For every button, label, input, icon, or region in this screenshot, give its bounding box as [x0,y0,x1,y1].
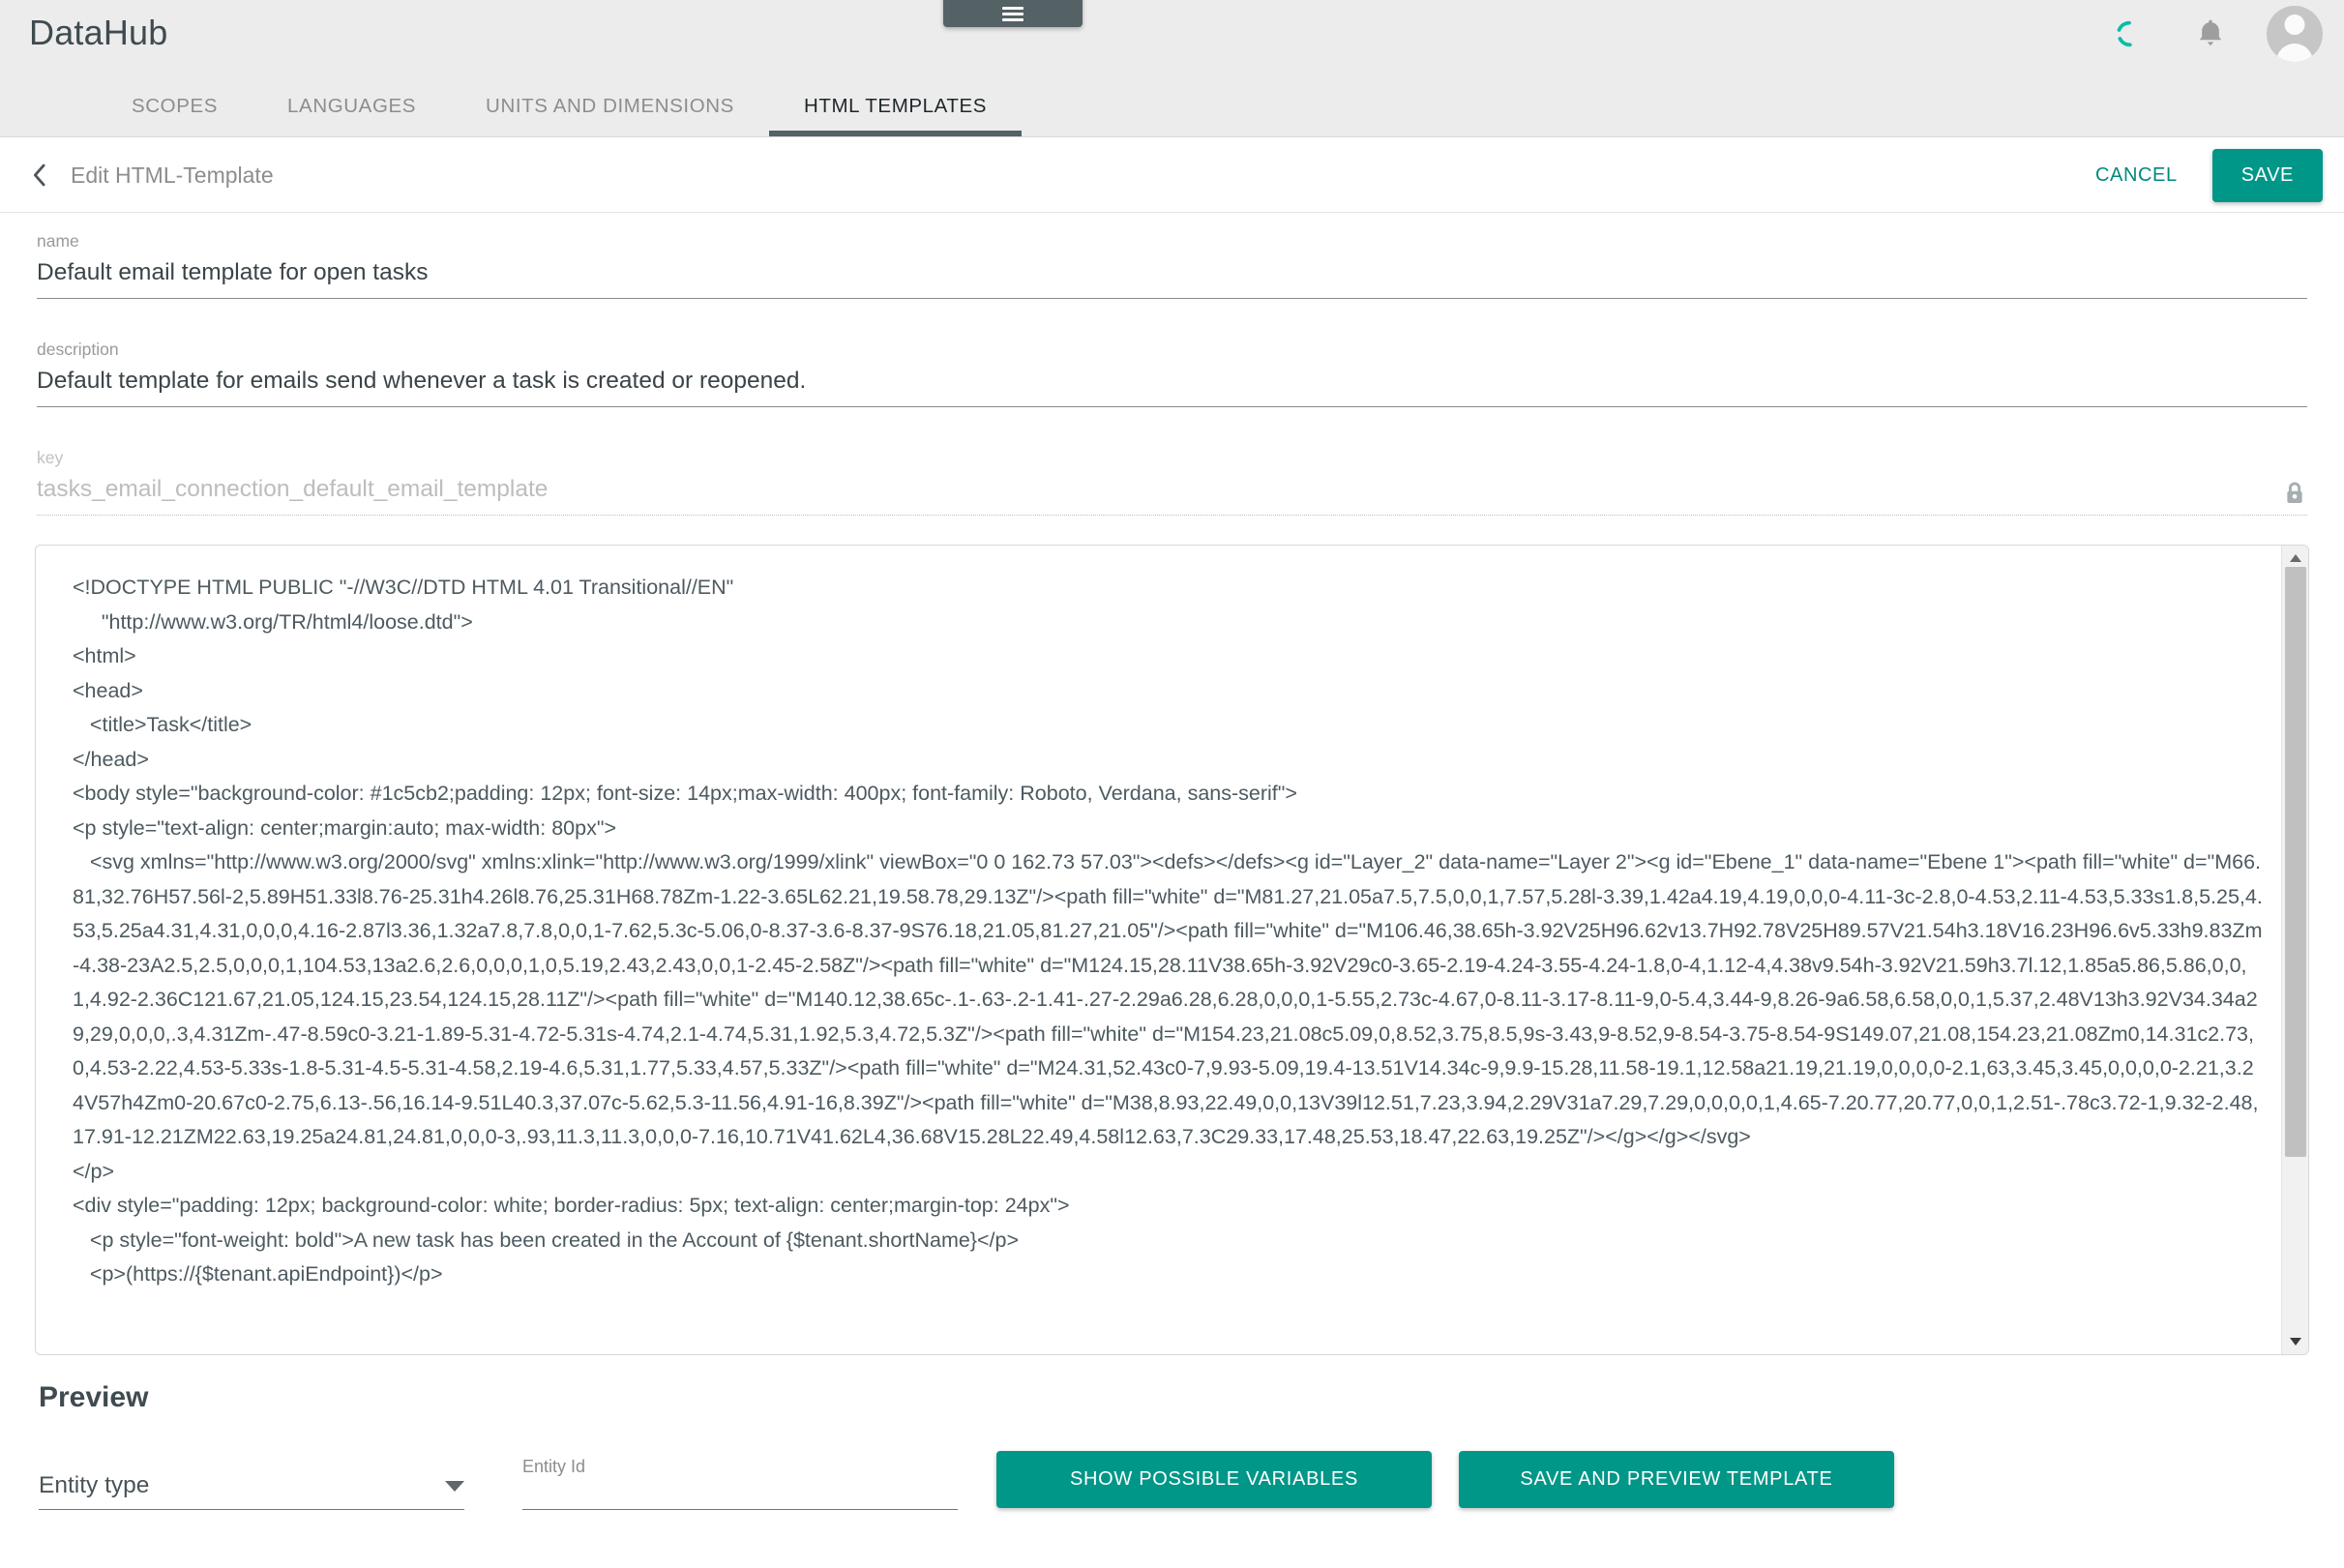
code-line: <html> [73,644,136,667]
entity-id-field: Entity Id [522,1457,958,1510]
code-line: <!DOCTYPE HTML PUBLIC "-//W3C//DTD HTML … [73,576,734,599]
app-root: DataHub SCOPES LANGUAGES UNITS AND DIMEN… [0,0,2344,1568]
preview-buttons: SHOW POSSIBLE VARIABLES SAVE AND PREVIEW… [996,1451,1894,1510]
tab-html-templates[interactable]: HTML TEMPLATES [768,76,1023,136]
chevron-left-icon [33,163,45,187]
back-button[interactable] [26,162,53,189]
key-row: tasks_email_connection_default_email_tem… [37,476,2307,516]
show-possible-variables-button[interactable]: SHOW POSSIBLE VARIABLES [996,1451,1432,1508]
sync-spinner-icon [2117,20,2132,47]
entity-type-value: Entity type [39,1472,150,1498]
code-line: <title>Task</title> [73,713,252,736]
chevron-down-icon [445,1480,464,1492]
tab-scopes[interactable]: SCOPES [97,76,252,136]
code-line: </head> [73,747,149,771]
name-input[interactable]: Default email template for open tasks [37,259,2307,299]
field-description: description Default template for emails … [37,326,2307,407]
avatar-body-shape [2276,44,2313,62]
code-line: <body style="background-color: #1c5cb2;p… [73,782,1297,805]
template-form: name Default email template for open tas… [0,214,2344,516]
code-line: <p>(https://{$tenant.apiEndpoint})</p> [73,1262,443,1286]
tab-label: HTML TEMPLATES [803,95,988,117]
code-line: "http://www.w3.org/TR/html4/loose.dtd"> [73,609,473,634]
tab-languages[interactable]: LANGUAGES [252,76,451,136]
scroll-up-button[interactable] [2282,547,2308,569]
hamburger-icon [1002,7,1024,21]
scroll-down-button[interactable] [2282,1331,2308,1352]
sync-spinner-button[interactable] [2104,9,2154,59]
code-line: <p style="font-weight: bold">A new task … [73,1228,1020,1252]
hamburger-menu-button[interactable] [943,0,1083,27]
code-line-svg: <svg xmlns="http://www.w3.org/2000/svg" … [73,850,2263,1148]
code-line: <p style="text-align: center;margin:auto… [73,815,617,840]
code-line: </p> [73,1159,115,1183]
key-lock [2278,477,2311,510]
user-avatar[interactable] [2267,6,2323,62]
key-label: key [37,448,64,467]
code-line: <head> [73,678,143,702]
app-brand-title: DataHub [29,13,168,52]
notifications-button[interactable] [2185,9,2236,59]
toolbar-actions: CANCEL SAVE [2074,148,2344,202]
code-editor-content[interactable]: <!DOCTYPE HTML PUBLIC "-//W3C//DTD HTML … [36,546,2281,1354]
save-and-preview-template-button[interactable]: SAVE AND PREVIEW TEMPLATE [1459,1451,1894,1508]
entity-id-input[interactable] [522,1498,958,1510]
editor-vertical-scrollbar[interactable] [2281,546,2308,1354]
avatar-head-shape [2284,15,2305,35]
scroll-up-arrow-icon [2289,554,2301,562]
preview-controls-row: Entity type Entity Id SHOW POSSIBLE VARI… [0,1451,2344,1510]
name-label: name [37,231,79,251]
key-input: tasks_email_connection_default_email_tem… [37,476,2307,516]
tab-label: UNITS AND DIMENSIONS [486,95,734,117]
edit-toolbar: Edit HTML-Template CANCEL SAVE [0,138,2344,213]
page-title: Edit HTML-Template [71,162,274,188]
header-icon-group [2104,6,2323,62]
save-button[interactable]: SAVE [2211,148,2323,202]
description-label: description [37,340,119,359]
field-name: name Default email template for open tas… [37,218,2307,299]
field-key: key tasks_email_connection_default_email… [37,434,2307,516]
cancel-button[interactable]: CANCEL [2074,151,2199,200]
tab-label: LANGUAGES [287,95,417,117]
entity-id-label: Entity Id [522,1457,586,1476]
html-code-editor[interactable]: <!DOCTYPE HTML PUBLIC "-//W3C//DTD HTML … [35,545,2309,1355]
entity-type-select[interactable]: Entity type [39,1472,464,1510]
main-tab-bar: SCOPES LANGUAGES UNITS AND DIMENSIONS HT… [0,76,1023,136]
preview-heading: Preview [39,1381,149,1413]
app-header: DataHub SCOPES LANGUAGES UNITS AND DIMEN… [0,0,2344,137]
tab-label: SCOPES [132,95,219,117]
description-input[interactable]: Default template for emails send wheneve… [37,368,2307,407]
lock-icon [2287,482,2302,503]
tab-units-and-dimensions[interactable]: UNITS AND DIMENSIONS [451,76,769,136]
scroll-down-arrow-icon [2289,1338,2301,1346]
code-line: <div style="padding: 12px; background-co… [73,1194,1070,1217]
preview-section: Preview Entity type Entity Id SHOW POSSI… [0,1381,2344,1510]
notifications-bell-icon [2199,19,2222,46]
scrollbar-thumb[interactable] [2285,567,2306,1157]
